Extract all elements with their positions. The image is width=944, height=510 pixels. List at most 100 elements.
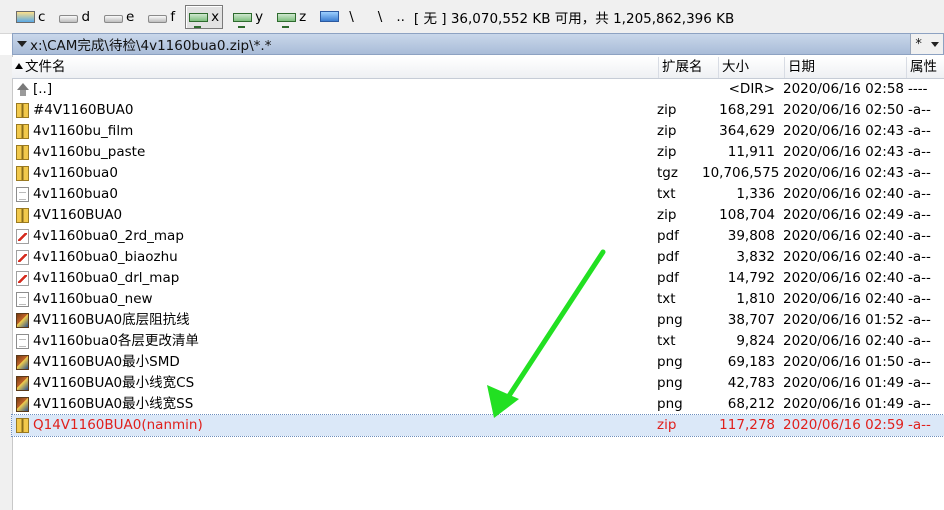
file-row[interactable]: 4v1160bua0_new txt 1,810 2020/06/16 02:40 -a… (12, 289, 944, 310)
header-attr-label: 属性 (910, 59, 937, 75)
file-date: 2020/06/16 02:40 (783, 333, 905, 349)
drive-label: f (170, 8, 176, 25)
header-size-label: 大小 (722, 59, 749, 75)
file-attr: -a-- (908, 291, 931, 307)
drive-button-x[interactable]: x (185, 4, 224, 29)
file-row[interactable]: 4V1160BUA0最小SMD png 69,183 2020/06/16 01:50… (12, 352, 944, 373)
file-ext: pdf (657, 228, 679, 244)
file-attr: -a-- (908, 144, 931, 160)
image-file-icon (16, 355, 29, 370)
file-row[interactable]: 4v1160bua0 tgz 10,706,575 2020/06/16 02:43-… (12, 163, 944, 184)
drive-button-d[interactable]: d (55, 5, 94, 29)
file-ext: txt (657, 333, 676, 349)
file-name: 4v1160bua0_new (33, 291, 153, 307)
file-row[interactable]: #4V1160BUA0 zip 168,291 2020/06/16 02:50 -a-… (12, 100, 944, 121)
file-name: [..] (33, 81, 53, 97)
file-row[interactable]: [..] <DIR> 2020/06/16 02:58 ---- (12, 79, 944, 100)
file-row[interactable]: 4v1160bua0_drl_map pdf 14,792 2020/06/16 02… (12, 268, 944, 289)
header-attr[interactable]: 属性 (907, 57, 944, 78)
file-name: 4V1160BUA0最小SMD (33, 354, 180, 370)
file-size: 42,783 (727, 375, 775, 391)
file-row[interactable]: 4v1160bu_film zip 364,629 2020/06/16 02:43-… (12, 121, 944, 142)
file-row[interactable]: 4V1160BUA0最小线宽CS png 42,783 2020/06/16 01:4… (12, 373, 944, 394)
file-attr: -a-- (908, 186, 931, 202)
file-ext: pdf (657, 270, 679, 286)
file-size: 10,706,575 (702, 165, 780, 181)
header-name[interactable]: 文件名 (12, 57, 659, 78)
file-ext: zip (657, 144, 677, 160)
drive-button-f[interactable]: f (144, 5, 179, 29)
zip-archive-icon (16, 166, 29, 181)
file-name-cell: 4v1160bua0_drl_map (16, 268, 656, 289)
file-attr: ---- (908, 81, 928, 97)
file-name: 4v1160bua0 (33, 165, 118, 181)
drive-button-z[interactable]: z (273, 5, 310, 29)
file-name-cell: [..] (16, 79, 656, 100)
file-size: 11,911 (727, 144, 775, 160)
file-row[interactable]: 4v1160bua0各层更改清单 txt 9,824 2020/06/16 02:40… (12, 331, 944, 352)
file-size: 117,278 (719, 417, 775, 433)
file-name: 4v1160bua0_drl_map (33, 270, 180, 286)
file-size: <DIR> (728, 81, 775, 97)
header-date-label: 日期 (788, 59, 815, 75)
file-ext: png (657, 396, 683, 412)
column-header: 文件名 扩展名 大小 日期 属性 (12, 57, 944, 79)
file-attr: -a-- (908, 228, 931, 244)
file-row[interactable]: 4v1160bu_paste zip 11,911 2020/06/16 02:43-… (12, 142, 944, 163)
file-name-cell: 4V1160BUA0 (16, 205, 656, 226)
hard-drive-icon (104, 14, 124, 23)
file-size: 38,707 (727, 312, 775, 328)
file-name: 4v1160bua0各层更改清单 (33, 333, 199, 349)
history-dropdown-icon[interactable] (17, 41, 27, 47)
header-ext[interactable]: 扩展名 (659, 57, 719, 78)
file-attr: -a-- (908, 354, 931, 370)
drive-button-y[interactable]: y (229, 5, 267, 29)
header-size[interactable]: 大小 (719, 57, 785, 78)
file-name-cell: 4V1160BUA0最小线宽CS (16, 373, 656, 394)
file-name: 4V1160BUA0最小线宽SS (33, 396, 194, 412)
drive-button-c[interactable]: c (12, 5, 49, 29)
file-name: 4V1160BUA0底层阻抗线 (33, 312, 190, 328)
network-drive-icon (233, 12, 253, 28)
pdf-file-icon (16, 271, 29, 286)
file-name: 4v1160bu_paste (33, 144, 146, 160)
file-row[interactable]: 4V1160BUA0最小线宽SS png 68,212 2020/06/16 01:4… (12, 394, 944, 415)
file-ext: txt (657, 291, 676, 307)
file-row[interactable]: 4v1160bua0_2rd_map pdf 39,808 2020/06/16 02… (12, 226, 944, 247)
file-row[interactable]: 4V1160BUA0底层阻抗线 png 38,707 2020/06/16 01:52… (12, 310, 944, 331)
file-date: 2020/06/16 02:59 (783, 417, 905, 433)
pdf-file-icon (16, 229, 29, 244)
file-row[interactable]: 4V1160BUA0 zip 108,704 2020/06/16 02:49 -a-- (12, 205, 944, 226)
network-computer-icon (320, 11, 340, 22)
root-button[interactable]: \ (349, 9, 354, 25)
file-date: 2020/06/16 02:50 (783, 102, 905, 118)
path-bar[interactable]: x:\CAM完成\待检\4v1160bua0.zip\*.* * (12, 33, 944, 55)
file-name: Q14V1160BUA0(nanmin) (33, 417, 203, 433)
file-row[interactable]: 4v1160bua0 txt 1,336 2020/06/16 02:40 -a-- (12, 184, 944, 205)
drive-label: x (211, 8, 220, 25)
network-neighborhood-button[interactable]: \ (316, 5, 365, 29)
file-ext (657, 79, 707, 100)
file-ext: png (657, 375, 683, 391)
file-attr: -a-- (908, 123, 931, 139)
file-name-cell: #4V1160BUA0 (16, 100, 656, 121)
file-name-cell: 4v1160bua0_biaozhu (16, 247, 656, 268)
file-name: 4V1160BUA0 (33, 207, 123, 223)
file-ext: png (657, 312, 683, 328)
header-name-label: 文件名 (25, 59, 66, 75)
parent-dir-button[interactable]: .. (396, 9, 405, 25)
drive-button-e[interactable]: e (100, 5, 138, 29)
file-row[interactable]: 4v1160bua0_biaozhu pdf 3,832 2020/06/16 02:… (12, 247, 944, 268)
free-space-info: [ 无 ] 36,070,552 KB 可用，共 1,205,862,396 K… (413, 10, 735, 27)
file-size: 108,704 (719, 207, 775, 223)
filter-dropdown[interactable]: * (910, 34, 943, 54)
file-name: 4v1160bu_film (33, 123, 134, 139)
file-name: 4v1160bua0_biaozhu (33, 249, 178, 265)
root-button-2[interactable]: \ (378, 9, 383, 25)
file-size: 9,824 (736, 333, 775, 349)
file-name-cell: 4v1160bua0各层更改清单 (16, 331, 656, 352)
file-attr: -a-- (908, 312, 931, 328)
network-drive-icon (189, 12, 209, 28)
file-row[interactable]: Q14V1160BUA0(nanmin) zip 117,278 2020/06/16… (11, 414, 944, 437)
header-date[interactable]: 日期 (785, 57, 907, 78)
